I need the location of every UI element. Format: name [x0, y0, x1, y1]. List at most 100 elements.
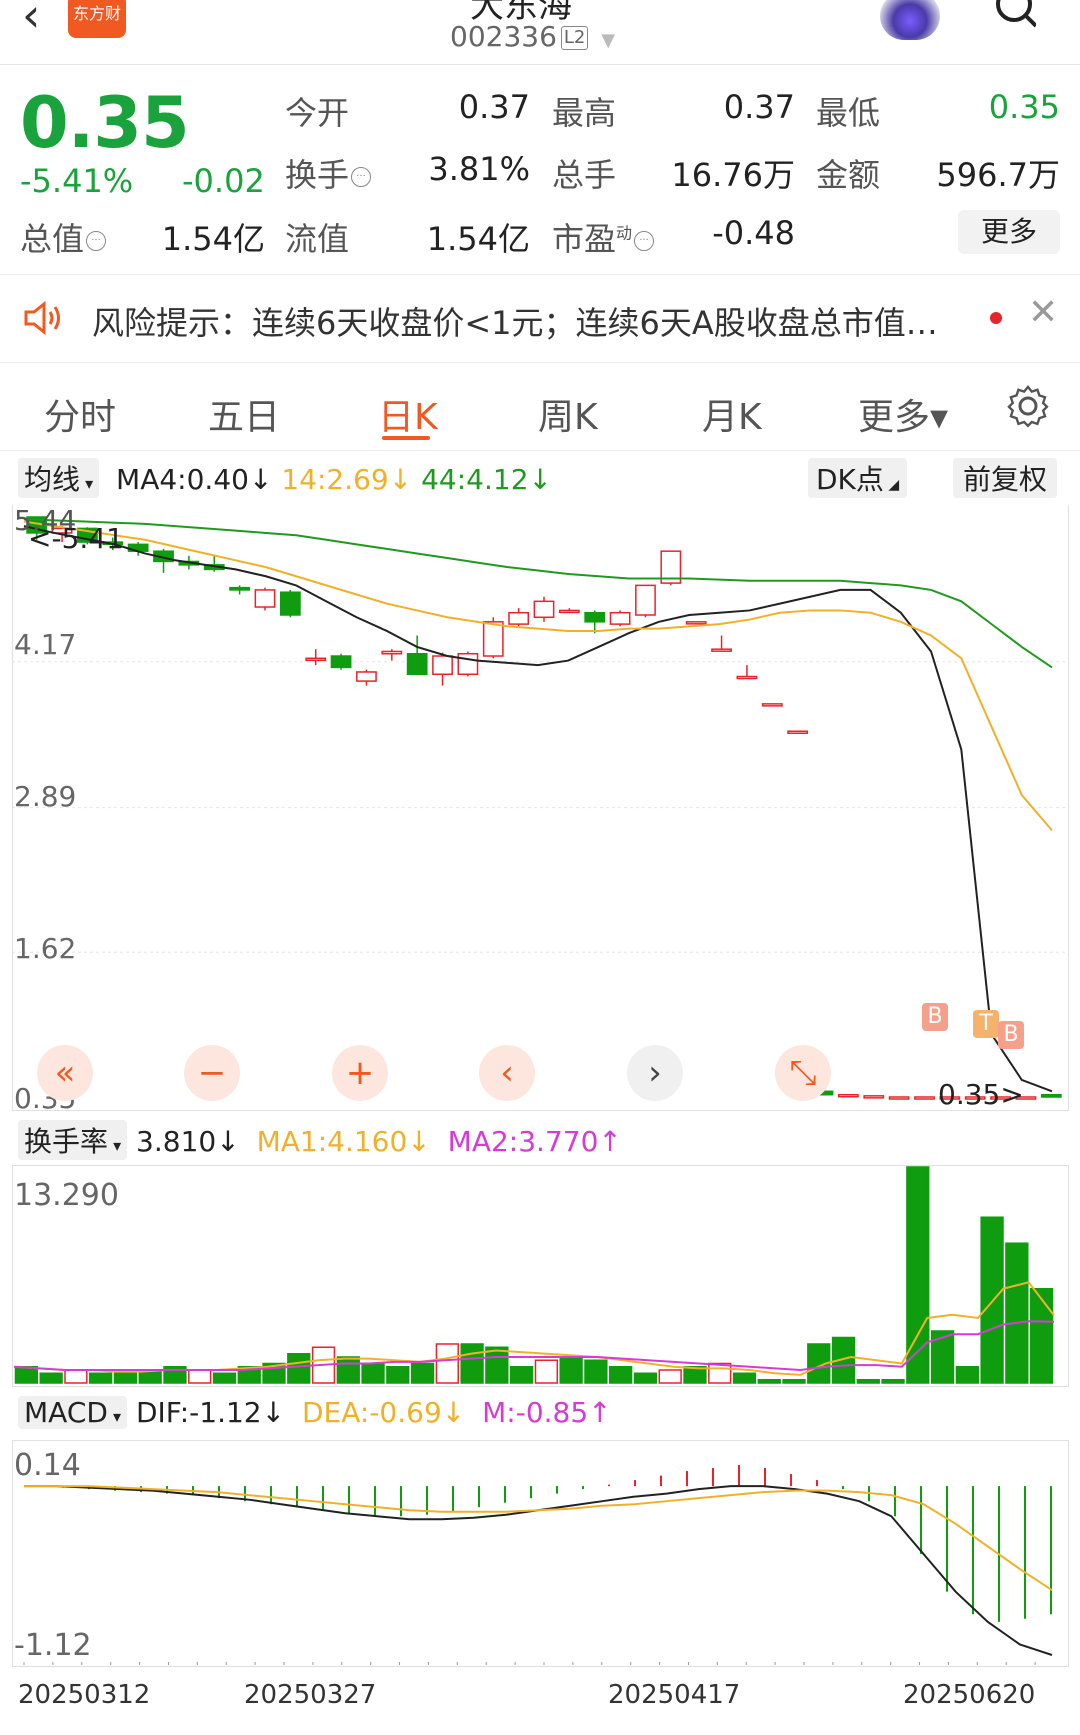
turnover-bar — [460, 1343, 484, 1384]
turnover-bar — [386, 1365, 410, 1384]
turnover-bar — [633, 1372, 658, 1384]
ma14-value: 14:2.69↓ — [281, 463, 413, 496]
more-info-icon: ··· — [634, 231, 655, 251]
candle-body — [609, 611, 631, 625]
turnover-label[interactable]: 换手 ··· — [285, 150, 372, 196]
tab-weekly-k[interactable]: 周K — [538, 388, 598, 440]
amount-label: 金额 — [816, 156, 881, 194]
candle-body — [787, 730, 809, 734]
assistant-robot-icon[interactable] — [880, 0, 940, 40]
tab-intraday[interactable]: 分时 — [44, 388, 116, 440]
active-tab-indicator — [382, 436, 430, 440]
scroll-right-button[interactable]: › — [627, 1045, 683, 1101]
turnover-bar — [14, 1365, 39, 1384]
zoom-out-button[interactable]: − — [184, 1045, 240, 1101]
tab-monthly-k[interactable]: 月K — [702, 388, 762, 440]
turnover-value: 3.81% — [428, 150, 530, 188]
pe-value: -0.48 — [712, 214, 795, 252]
ma44-value: 44:4.12↓ — [421, 463, 552, 496]
candle-body — [254, 589, 276, 608]
chevron-down-icon: ▾ — [80, 474, 94, 493]
t-signal-badge[interactable]: T — [973, 1010, 999, 1038]
macd-dea: DEA:-0.69↓ — [301, 1396, 466, 1429]
turnover-bar — [336, 1356, 360, 1384]
turnover-bar — [188, 1369, 212, 1384]
turnover-selector[interactable]: 换手率 ▾ — [18, 1120, 128, 1160]
macd-selector-label: MACD — [24, 1396, 108, 1429]
turnover-legend: 换手率 ▾ 3.810↓ MA1:4.160↓ MA2:3.770↑ — [18, 1120, 622, 1160]
turnover-bar — [955, 1365, 979, 1384]
ma-line-14 — [23, 520, 1053, 832]
buy-signal-badge[interactable]: B — [998, 1021, 1024, 1049]
macd-line-DIF — [24, 1485, 1053, 1656]
kline-chart[interactable] — [12, 505, 1067, 1110]
y-tick-label: 1.62 — [14, 932, 77, 965]
stock-code[interactable]: 002336 L2 ▼ — [450, 20, 615, 53]
back-button[interactable]: ‹ — [22, 0, 40, 38]
turnover-top-tick: 13.290 — [14, 1178, 119, 1213]
scroll-left-button[interactable]: ‹ — [479, 1045, 535, 1101]
level2-badge: L2 — [560, 26, 589, 50]
adjust-button[interactable]: 前复权 — [953, 458, 1058, 498]
macd-chart[interactable] — [12, 1440, 1067, 1665]
turnover-bar — [435, 1343, 459, 1384]
rewind-button[interactable]: « — [37, 1045, 93, 1101]
volume-label: 总手 — [552, 156, 617, 194]
date-label: 20250417 — [608, 1680, 741, 1710]
buy-signal-badge[interactable]: B — [922, 1003, 948, 1031]
price-marker-value: 0.35 — [938, 1078, 1001, 1111]
turnover-bar — [410, 1362, 435, 1384]
more-info-icon: ··· — [86, 231, 107, 251]
tab-daily-k[interactable]: 日K — [378, 388, 438, 440]
volume-value: 16.76万 — [671, 156, 795, 194]
candle-body — [330, 655, 352, 669]
date-label: 20250327 — [244, 1680, 377, 1710]
search-icon[interactable] — [996, 0, 1036, 30]
pe-label[interactable]: 市盈动 ··· — [552, 214, 655, 260]
price-marker: 0.35> — [938, 1078, 1024, 1111]
low-label: 最低 — [816, 94, 881, 132]
more-quote-button[interactable]: 更多 — [958, 210, 1060, 254]
risk-warning-text[interactable]: 风险提示：连续6天收盘价<1元；连续6天A股收盘总市值<… — [92, 298, 962, 344]
turnover-bar — [930, 1330, 955, 1384]
candle-body — [584, 611, 606, 623]
dk-point-button[interactable]: DK点 ◢ — [808, 458, 908, 498]
turnover-bar — [1005, 1242, 1029, 1384]
high-value: 0.37 — [723, 88, 795, 126]
tab-more[interactable]: 更多▾ — [858, 388, 948, 440]
indicator-selector[interactable]: 均线 ▾ — [18, 458, 100, 498]
turnover-chart[interactable] — [12, 1165, 1067, 1385]
dk-point-label: DK点 — [816, 463, 884, 496]
candle-body — [711, 648, 732, 652]
close-icon[interactable]: ✕ — [1028, 292, 1058, 333]
y-tick-label: 4.17 — [14, 628, 77, 661]
turnover-current: 3.810↓ — [136, 1125, 240, 1158]
macd-selector[interactable]: MACD ▾ — [18, 1396, 128, 1429]
candle-body — [305, 657, 327, 662]
float-cap-label: 流值 — [285, 220, 350, 258]
gear-icon[interactable] — [1006, 384, 1050, 428]
total-cap-label-text: 总值 — [20, 220, 85, 258]
macd-line-DEA — [24, 1485, 1053, 1591]
candle-body — [914, 1096, 935, 1100]
unread-dot — [990, 312, 1002, 324]
stock-code-text: 002336 — [450, 20, 557, 53]
candle-body — [229, 586, 250, 591]
chevron-down-icon: ▼ — [601, 30, 616, 51]
turnover-bar — [584, 1359, 608, 1384]
turnover-bar — [113, 1372, 138, 1384]
zoom-in-button[interactable]: + — [332, 1045, 388, 1101]
turnover-bar — [485, 1346, 509, 1384]
fullscreen-button[interactable]: ⤡ — [775, 1045, 831, 1101]
tab-five-day[interactable]: 五日 — [208, 388, 280, 440]
date-label: 20250312 — [18, 1680, 151, 1710]
turnover-bar — [64, 1369, 88, 1384]
candle-body — [685, 621, 707, 625]
current-price: 0.35 — [20, 82, 190, 164]
high-label: 最高 — [552, 94, 617, 132]
pe-superscript: 动 — [616, 223, 633, 243]
speaker-icon — [24, 300, 60, 336]
total-cap-label[interactable]: 总值 ··· — [20, 214, 107, 260]
turnover-selector-label: 换手率 — [24, 1125, 109, 1158]
candle-body — [432, 655, 453, 675]
